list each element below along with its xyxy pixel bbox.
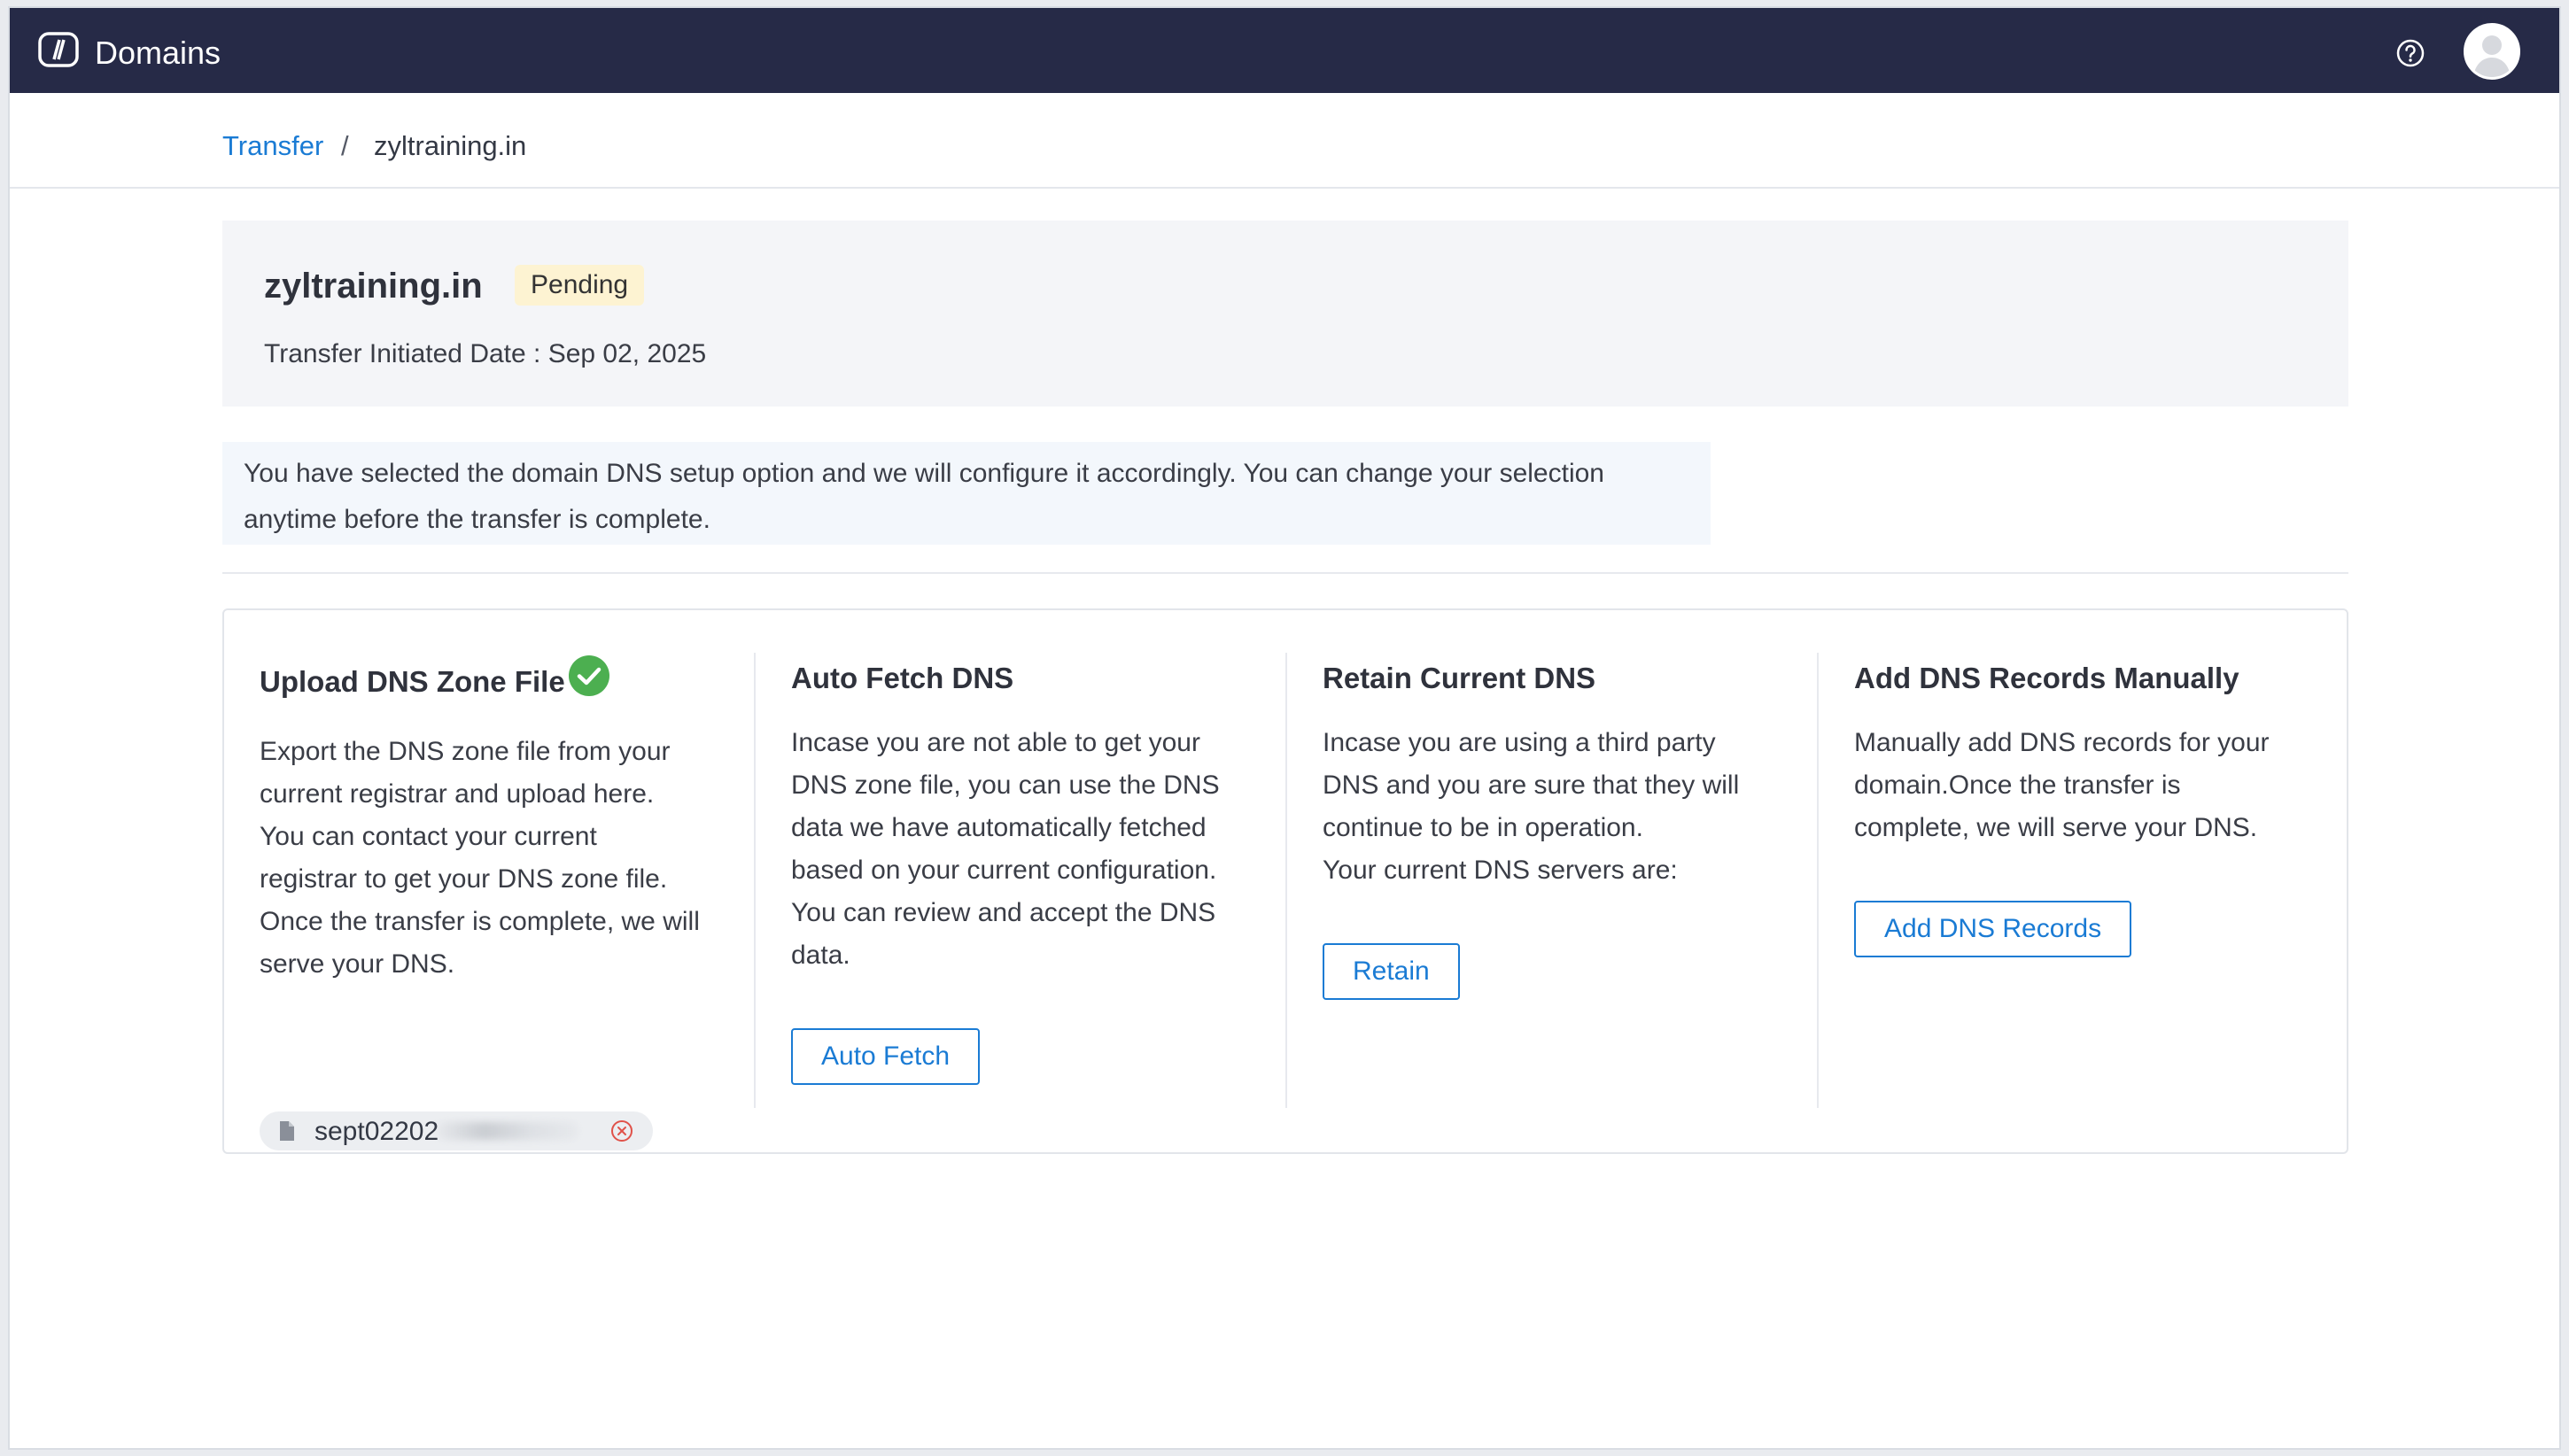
domain-header-card: zyltraining.in Pending Transfer Initiate…	[222, 221, 2348, 407]
add-dns-records-button[interactable]: Add DNS Records	[1854, 901, 2132, 957]
dns-setup-info: You have selected the domain DNS setup o…	[222, 442, 1711, 545]
transfer-initiated-date: Transfer Initiated Date : Sep 02, 2025	[264, 339, 707, 368]
breadcrumb-separator: /	[341, 130, 349, 161]
breadcrumb-transfer-link[interactable]: Transfer	[222, 130, 323, 162]
column-divider	[754, 653, 756, 1108]
app-window: Domains Transfer / zyltraining.in zyltra…	[8, 6, 2561, 1450]
file-icon	[280, 1121, 294, 1141]
info-line-2: anytime before the transfer is complete.	[244, 505, 710, 534]
column-divider	[1817, 653, 1819, 1108]
info-line-1: You have selected the domain DNS setup o…	[244, 459, 1604, 488]
retain-button[interactable]: Retain	[1323, 943, 1460, 1000]
domains-logo-icon[interactable]	[36, 29, 81, 70]
uploaded-file-chip: sept02202	[260, 1111, 653, 1150]
retain-description: Incase you are using a third party DNS a…	[1323, 728, 1740, 885]
status-badge: Pending	[515, 265, 645, 306]
redacted-file-name	[437, 1122, 578, 1140]
manual-description: Manually add DNS records for your domain…	[1854, 728, 2270, 842]
auto-fetch-button[interactable]: Auto Fetch	[791, 1028, 981, 1085]
uploaded-file-name: sept02202	[314, 1117, 439, 1146]
remove-file-icon[interactable]	[610, 1119, 633, 1142]
autofetch-description: Incase you are not able to get your DNS …	[791, 728, 1220, 970]
dns-options-card: Upload DNS Zone File Export the DNS zone…	[222, 608, 2348, 1154]
column-divider	[1285, 653, 1287, 1108]
option-add-records-manually: Add DNS Records Manually Manually add DN…	[1854, 653, 2315, 1108]
option-auto-fetch: Auto Fetch DNS Incase you are not able t…	[791, 653, 1287, 1108]
upload-description: Export the DNS zone file from your curre…	[260, 737, 700, 979]
check-circle-icon	[569, 655, 609, 696]
retain-title: Retain Current DNS	[1323, 662, 1596, 694]
help-icon[interactable]	[2395, 38, 2425, 68]
option-retain-dns: Retain Current DNS Incase you are using …	[1323, 653, 1819, 1108]
autofetch-title: Auto Fetch DNS	[791, 662, 1014, 694]
top-bar: Domains	[10, 8, 2559, 93]
upload-title: Upload DNS Zone File	[260, 665, 565, 698]
avatar[interactable]	[2464, 23, 2520, 80]
breadcrumb-current: zyltraining.in	[374, 130, 527, 161]
divider	[222, 572, 2348, 574]
option-upload-zone-file: Upload DNS Zone File Export the DNS zone…	[260, 653, 756, 1150]
app-title: Domains	[95, 35, 221, 71]
manual-title: Add DNS Records Manually	[1854, 662, 2239, 694]
page-title: zyltraining.in	[264, 267, 483, 306]
breadcrumb: Transfer / zyltraining.in	[10, 93, 2559, 189]
